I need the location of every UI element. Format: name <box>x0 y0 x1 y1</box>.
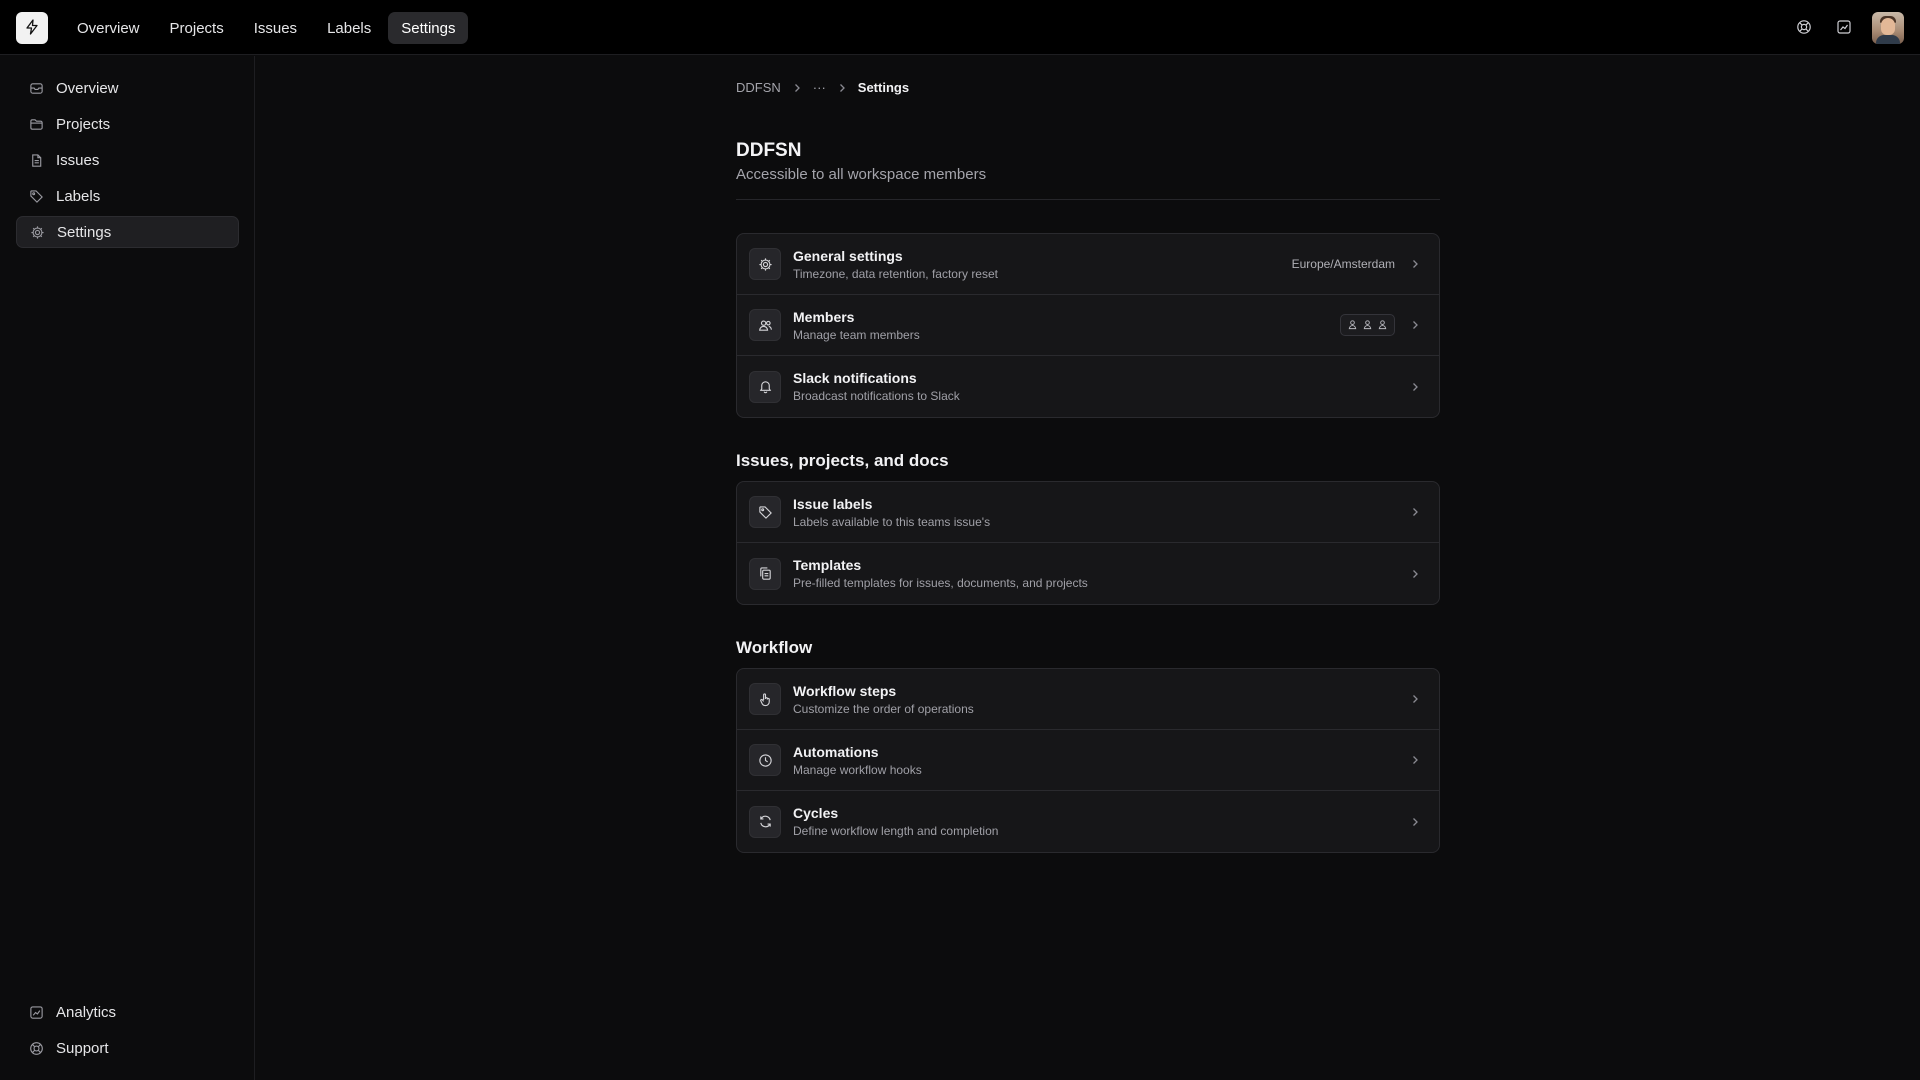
sidebar-item-label: Overview <box>56 79 119 97</box>
row-title: Workflow steps <box>793 682 897 699</box>
sidebar-item-label: Issues <box>56 151 100 169</box>
issue-labels-row[interactable]: Issue labels Labels available to this te… <box>737 482 1439 543</box>
cycles-row[interactable]: Cycles Define workflow length and comple… <box>737 791 1439 852</box>
user-icon <box>1362 317 1373 333</box>
row-description: Define workflow length and completion <box>793 824 999 838</box>
chevron-right-icon <box>1407 504 1423 520</box>
automations-row[interactable]: Automations Manage workflow hooks <box>737 730 1439 791</box>
inbox-icon <box>28 80 44 96</box>
row-description: Customize the order of operations <box>793 701 974 716</box>
topnav-labels[interactable]: Labels <box>314 12 384 44</box>
row-title: Slack notifications <box>793 370 917 386</box>
chevron-right-icon <box>1407 317 1423 333</box>
section-title-issues: Issues, projects, and docs <box>736 451 949 470</box>
lifebuoy-icon <box>28 1040 44 1056</box>
general-settings-group: General settings Timezone, data retentio… <box>736 233 1440 418</box>
sidebar-item-label: Projects <box>56 115 111 133</box>
app-logo[interactable] <box>16 12 48 44</box>
lightning-icon <box>24 18 40 38</box>
row-title: Automations <box>793 743 879 760</box>
sidebar-item-projects[interactable]: Projects <box>16 108 239 140</box>
sidebar-item-issues[interactable]: Issues <box>16 144 239 176</box>
sidebar-item-overview[interactable]: Overview <box>16 72 239 104</box>
users-icon <box>749 309 781 341</box>
topnav-overview[interactable]: Overview <box>64 12 153 44</box>
row-title: Members <box>793 308 855 325</box>
hand-pointer-icon <box>749 683 781 715</box>
topnav-issues[interactable]: Issues <box>241 12 310 44</box>
top-nav: Overview Projects Issues Labels Settings <box>64 12 469 44</box>
workflow-steps-row[interactable]: Workflow steps Customize the order of op… <box>737 669 1439 730</box>
divider <box>736 199 1440 200</box>
issues-settings-group: Issue labels Labels available to this te… <box>736 481 1440 605</box>
tag-icon <box>28 188 44 204</box>
sidebar-nav: Overview Projects Issues Labels Settings <box>16 72 239 252</box>
chevron-right-icon <box>1407 566 1423 582</box>
row-title: Issue labels <box>793 495 873 512</box>
analytics-button[interactable] <box>1828 12 1860 44</box>
sidebar-item-label: Analytics <box>56 1003 117 1021</box>
chevron-right-icon <box>1407 752 1423 768</box>
document-icon <box>28 152 44 168</box>
row-description: Labels available to this teams issue's <box>793 514 991 529</box>
user-icon <box>1347 317 1358 333</box>
chevron-right-icon <box>836 82 848 94</box>
row-title: Templates <box>793 557 862 573</box>
breadcrumb-root[interactable]: DDFSN <box>736 80 781 95</box>
top-bar: Overview Projects Issues Labels Settings <box>0 0 1920 55</box>
page-subtitle: Accessible to all workspace members <box>736 166 987 183</box>
sidebar-item-label: Support <box>56 1039 109 1057</box>
topnav-settings[interactable]: Settings <box>388 12 469 44</box>
user-avatar[interactable] <box>1872 12 1904 44</box>
general-settings-row[interactable]: General settings Timezone, data retentio… <box>737 234 1439 295</box>
members-row[interactable]: Members Manage team members <box>737 295 1439 356</box>
slack-notifications-row[interactable]: Slack notifications Broadcast notificati… <box>737 356 1439 417</box>
row-title: Cycles <box>793 805 839 821</box>
row-description: Manage workflow hooks <box>793 762 922 777</box>
page-title: DDFSN <box>736 140 802 161</box>
bell-icon <box>749 370 781 403</box>
row-description: Broadcast notifications to Slack <box>793 389 960 403</box>
chart-icon <box>1836 19 1852 38</box>
breadcrumb: DDFSN ··· Settings <box>736 80 909 95</box>
user-icon <box>1377 317 1388 333</box>
row-description: Pre-filled templates for issues, documen… <box>793 576 1088 590</box>
chevron-right-icon <box>1407 256 1423 272</box>
lifebuoy-icon <box>1796 19 1812 38</box>
member-avatars <box>1340 314 1395 336</box>
sidebar-item-analytics[interactable]: Analytics <box>16 996 239 1028</box>
topnav-projects[interactable]: Projects <box>157 12 237 44</box>
copy-icon <box>749 557 781 590</box>
timezone-value: Europe/Amsterdam <box>1291 257 1395 271</box>
workflow-settings-group: Workflow steps Customize the order of op… <box>736 668 1440 853</box>
sidebar: Overview Projects Issues Labels Settings <box>0 56 255 1080</box>
gear-icon <box>29 224 45 240</box>
row-description: Manage team members <box>793 327 920 342</box>
chevron-right-icon <box>791 82 803 94</box>
sidebar-item-settings[interactable]: Settings <box>16 216 239 248</box>
sidebar-bottom-nav: Analytics Support <box>16 996 239 1068</box>
folder-icon <box>28 116 44 132</box>
chart-icon <box>28 1004 44 1020</box>
sidebar-item-support[interactable]: Support <box>16 1032 239 1064</box>
refresh-icon <box>749 805 781 838</box>
section-title-workflow: Workflow <box>736 638 813 657</box>
chevron-right-icon <box>1407 691 1423 707</box>
support-button[interactable] <box>1788 12 1820 44</box>
clock-icon <box>749 744 781 776</box>
chevron-right-icon <box>1407 814 1423 830</box>
row-title: General settings <box>793 247 903 264</box>
breadcrumb-current: Settings <box>857 80 910 95</box>
top-right-actions <box>1788 12 1904 44</box>
gear-icon <box>749 248 781 280</box>
row-description: Timezone, data retention, factory reset <box>793 266 998 281</box>
chevron-right-icon <box>1407 379 1423 395</box>
templates-row[interactable]: Templates Pre-filled templates for issue… <box>737 543 1439 604</box>
sidebar-item-labels[interactable]: Labels <box>16 180 239 212</box>
tag-icon <box>749 496 781 528</box>
breadcrumb-ellipsis[interactable]: ··· <box>813 80 826 95</box>
sidebar-item-label: Settings <box>57 223 112 241</box>
sidebar-item-label: Labels <box>56 187 101 205</box>
